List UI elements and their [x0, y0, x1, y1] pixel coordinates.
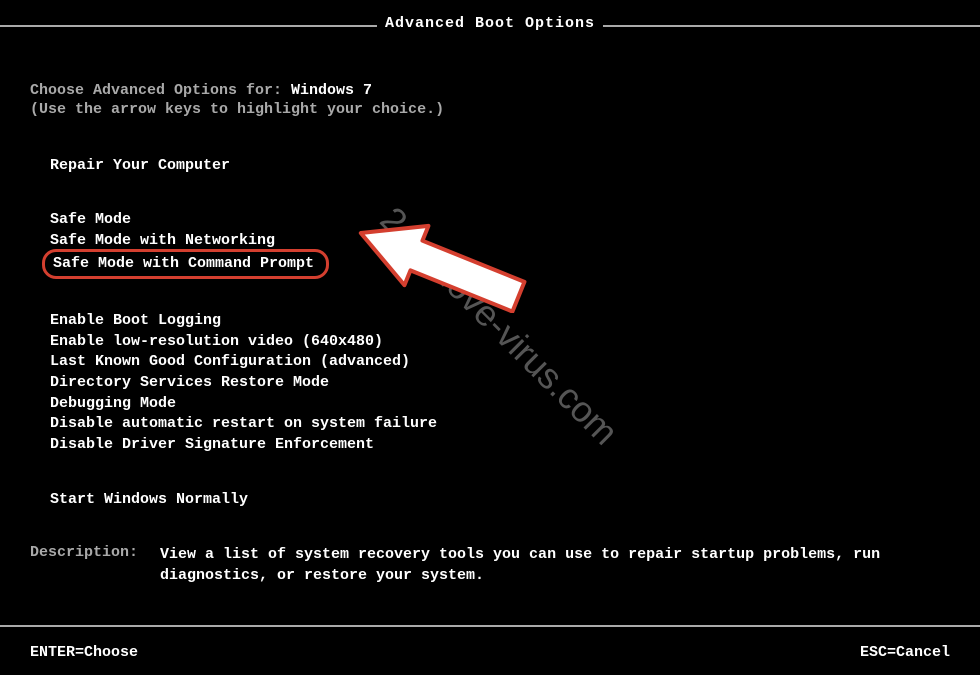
- option-debugging-mode[interactable]: Debugging Mode: [50, 394, 950, 415]
- instruction-text: (Use the arrow keys to highlight your ch…: [30, 101, 950, 118]
- option-group-safemode: Safe Mode Safe Mode with Networking Safe…: [50, 210, 950, 277]
- description-label: Description:: [30, 544, 160, 586]
- option-safe-mode-networking[interactable]: Safe Mode with Networking: [50, 231, 950, 251]
- footer-bar: ENTER=Choose ESC=Cancel: [0, 644, 980, 661]
- option-start-windows-normally[interactable]: Start Windows Normally: [50, 490, 950, 510]
- os-name: Windows 7: [291, 82, 372, 99]
- option-group-repair: Repair Your Computer: [50, 156, 950, 176]
- prompt-prefix: Choose Advanced Options for:: [30, 82, 291, 99]
- option-repair-your-computer[interactable]: Repair Your Computer: [50, 156, 950, 176]
- option-enable-boot-logging[interactable]: Enable Boot Logging: [50, 311, 950, 332]
- option-low-resolution-video[interactable]: Enable low-resolution video (640x480): [50, 332, 950, 353]
- page-title: Advanced Boot Options: [377, 15, 603, 32]
- prompt-line: Choose Advanced Options for: Windows 7: [30, 82, 950, 99]
- description-row: Description: View a list of system recov…: [30, 544, 950, 586]
- description-text: View a list of system recovery tools you…: [160, 544, 950, 586]
- option-directory-services-restore[interactable]: Directory Services Restore Mode: [50, 373, 950, 394]
- option-group-advanced: Enable Boot Logging Enable low-resolutio…: [50, 311, 950, 456]
- option-last-known-good-config[interactable]: Last Known Good Configuration (advanced): [50, 352, 950, 373]
- option-disable-driver-signature[interactable]: Disable Driver Signature Enforcement: [50, 435, 950, 456]
- option-safe-mode-command-prompt[interactable]: Safe Mode with Command Prompt: [42, 249, 329, 279]
- option-safe-mode[interactable]: Safe Mode: [50, 210, 950, 230]
- option-group-normal: Start Windows Normally: [50, 490, 950, 510]
- footer-esc-hint: ESC=Cancel: [860, 644, 950, 661]
- footer-enter-hint: ENTER=Choose: [30, 644, 138, 661]
- option-disable-auto-restart[interactable]: Disable automatic restart on system fail…: [50, 414, 950, 435]
